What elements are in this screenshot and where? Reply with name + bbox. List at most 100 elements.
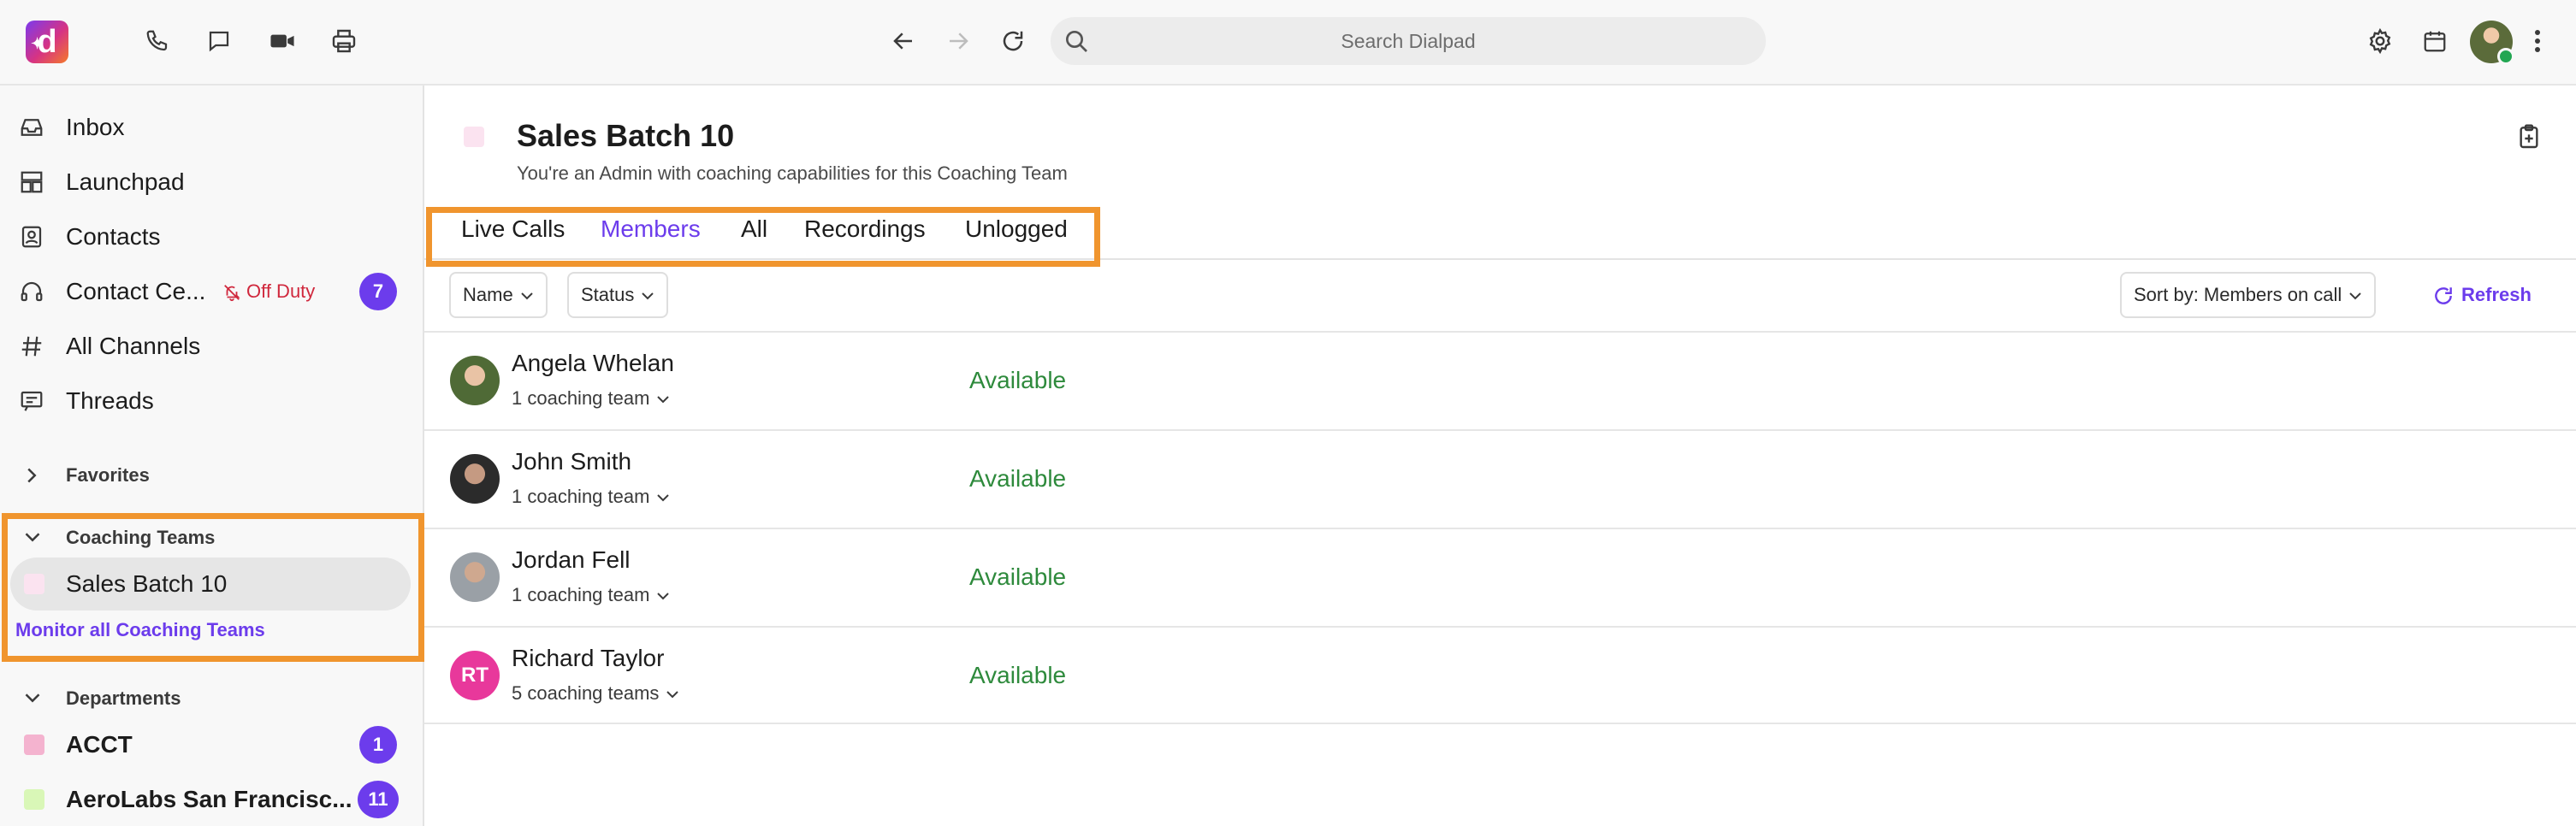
main-panel: Sales Batch 10 You're an Admin with coac…: [424, 86, 2576, 826]
contacts-icon: [19, 224, 44, 250]
sidebar-item-label: Threads: [66, 387, 154, 414]
clipboard-add-icon[interactable]: [2508, 116, 2549, 157]
sidebar-item-label: Contact Ce...: [66, 278, 206, 304]
sidebar-item-label: Contacts: [66, 223, 161, 250]
search-input[interactable]: Search Dialpad: [1051, 17, 1766, 65]
sidebar-item-label: AeroLabs San Francisc...: [66, 786, 352, 812]
refresh-icon: [2435, 287, 2452, 305]
chevron-down-icon: [2349, 292, 2362, 300]
department-color-swatch: [24, 789, 44, 810]
sort-dropdown[interactable]: Sort by: Members on call: [2120, 272, 2377, 318]
inbox-icon: [19, 115, 44, 140]
department-color-swatch: [24, 735, 44, 755]
unread-badge: 7: [359, 273, 397, 310]
chevron-down-icon: [657, 396, 670, 404]
coaching-teams-count: 1 coaching team: [512, 584, 650, 605]
chat-icon[interactable]: [198, 21, 240, 62]
avatar: [450, 454, 500, 504]
departments-label: Departments: [66, 687, 181, 709]
team-color-swatch: [464, 127, 484, 147]
status-filter-button[interactable]: Status: [567, 272, 669, 318]
member-status: Available: [969, 367, 1067, 393]
chevron-down-icon: [24, 690, 41, 705]
member-status: Available: [969, 662, 1067, 688]
sidebar: Inbox Launchpad Contacts Contact Ce... O…: [0, 86, 424, 826]
sidebar-item-label: Inbox: [66, 114, 125, 140]
page-title: Sales Batch 10: [517, 118, 735, 153]
print-icon[interactable]: [323, 21, 364, 62]
table-row[interactable]: John Smith 1 coaching team Available: [424, 429, 2576, 528]
sidebar-item-launchpad[interactable]: Launchpad: [0, 156, 423, 209]
coaching-teams-count: 1 coaching team: [512, 387, 650, 409]
sidebar-item-contacts[interactable]: Contacts: [0, 210, 423, 263]
coaching-teams-count: 5 coaching teams: [512, 682, 660, 704]
phone-icon[interactable]: [137, 21, 178, 62]
refresh-button[interactable]: Refresh: [2432, 272, 2532, 318]
departments-section-header[interactable]: Departments: [0, 680, 423, 717]
sidebar-item-contact-center[interactable]: Contact Ce... Off Duty 7: [0, 265, 423, 318]
unread-badge: 1: [359, 726, 397, 764]
member-name: John Smith: [512, 448, 632, 475]
member-name: Jordan Fell: [512, 546, 631, 573]
table-row[interactable]: RT Richard Taylor 5 coaching teams Avail…: [424, 626, 2576, 724]
member-status: Available: [969, 465, 1067, 492]
sidebar-item-label: All Channels: [66, 333, 201, 359]
avatar: RT: [450, 651, 500, 700]
chevron-down-icon: [657, 593, 670, 600]
member-name: Richard Taylor: [512, 645, 665, 671]
name-filter-button[interactable]: Name: [449, 272, 548, 318]
calendar-icon[interactable]: [2414, 21, 2455, 62]
sidebar-item-label: Launchpad: [66, 168, 185, 195]
threads-icon: [19, 388, 44, 414]
sidebar-item-all-channels[interactable]: All Channels: [0, 320, 423, 373]
top-bar: ✦ d Search Dialpad: [0, 0, 2576, 86]
gear-icon[interactable]: [2360, 21, 2401, 62]
page-subtitle: You're an Admin with coaching capabiliti…: [517, 162, 1068, 184]
sort-label: Sort by: Members on call: [2134, 284, 2342, 305]
online-status-dot: [2497, 48, 2514, 65]
chevron-down-icon: [657, 494, 670, 502]
refresh-label: Refresh: [2461, 284, 2532, 305]
avatar: [450, 356, 500, 405]
launchpad-icon: [19, 169, 44, 195]
user-avatar[interactable]: [2470, 21, 2514, 65]
avatar: [450, 552, 500, 602]
member-status: Available: [969, 563, 1067, 590]
sidebar-item-label: ACCT: [66, 731, 133, 758]
sidebar-item-threads[interactable]: Threads: [0, 375, 423, 428]
unread-badge: 11: [358, 781, 399, 818]
chevron-right-icon: [24, 467, 39, 484]
table-row[interactable]: Jordan Fell 1 coaching team Available: [424, 528, 2576, 626]
coaching-teams-toggle[interactable]: 1 coaching team: [512, 486, 670, 508]
sidebar-item-acct[interactable]: ACCT 1: [0, 718, 423, 771]
headset-icon: [19, 279, 44, 304]
off-duty-status[interactable]: Off Duty: [222, 265, 315, 318]
favorites-label: Favorites: [66, 464, 150, 486]
tabs-highlight: [426, 207, 1100, 267]
hash-icon: [19, 333, 44, 359]
video-icon[interactable]: [262, 21, 303, 62]
dialpad-logo[interactable]: ✦ d: [26, 21, 68, 63]
off-duty-label: Off Duty: [246, 280, 316, 302]
table-row[interactable]: Angela Whelan 1 coaching team Available: [424, 331, 2576, 429]
name-filter-label: Name: [463, 284, 513, 305]
bell-off-icon: [224, 285, 240, 302]
favorites-section-header[interactable]: Favorites: [0, 457, 423, 494]
member-name: Angela Whelan: [512, 350, 674, 376]
coaching-teams-toggle[interactable]: 5 coaching teams: [512, 682, 679, 705]
coaching-teams-highlight: [2, 513, 424, 662]
chevron-down-icon: [666, 691, 679, 699]
chevron-down-icon: [642, 292, 654, 300]
reload-icon[interactable]: [992, 21, 1033, 62]
back-arrow-icon[interactable]: [883, 21, 924, 62]
sidebar-item-inbox[interactable]: Inbox: [0, 101, 423, 154]
forward-arrow-icon[interactable]: [938, 21, 979, 62]
chevron-down-icon: [520, 292, 533, 300]
sidebar-item-aerolabs[interactable]: AeroLabs San Francisc... 11: [0, 773, 423, 826]
coaching-teams-toggle[interactable]: 1 coaching team: [512, 584, 670, 606]
status-filter-label: Status: [581, 284, 635, 305]
coaching-teams-count: 1 coaching team: [512, 486, 650, 507]
search-placeholder: Search Dialpad: [1341, 30, 1476, 52]
kebab-menu-icon[interactable]: [2522, 21, 2553, 62]
coaching-teams-toggle[interactable]: 1 coaching team: [512, 387, 670, 410]
